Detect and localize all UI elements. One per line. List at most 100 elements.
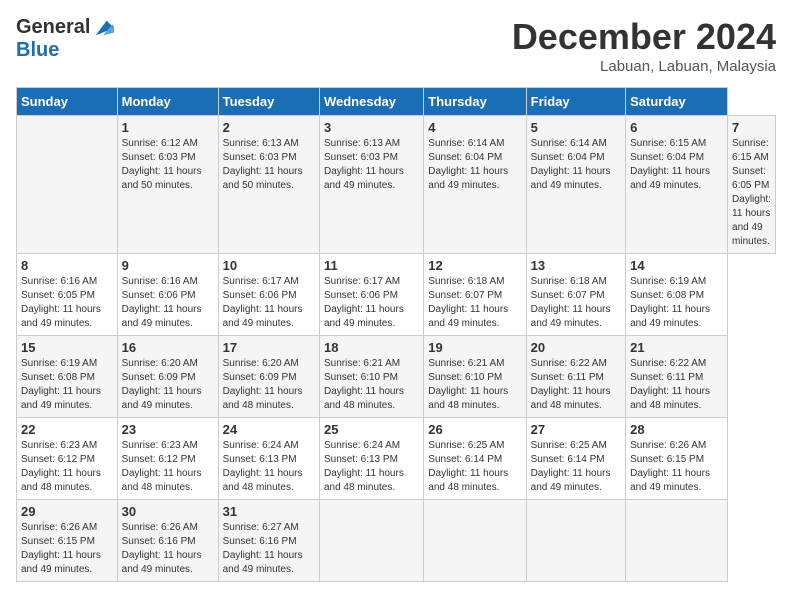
calendar-cell: 28 Sunrise: 6:26 AM Sunset: 6:15 PM Dayl… <box>626 418 728 500</box>
day-info: Sunrise: 6:22 AM Sunset: 6:11 PM Dayligh… <box>531 357 621 413</box>
day-number: 25 <box>324 422 419 437</box>
calendar-cell: 17 Sunrise: 6:20 AM Sunset: 6:09 PM Dayl… <box>218 336 319 418</box>
day-number: 23 <box>122 422 214 437</box>
title-area: December 2024 Labuan, Labuan, Malaysia <box>512 16 776 75</box>
day-info: Sunrise: 6:24 AM Sunset: 6:13 PM Dayligh… <box>324 439 419 495</box>
day-number: 16 <box>122 340 214 355</box>
day-number: 19 <box>428 340 521 355</box>
calendar-cell: 14 Sunrise: 6:19 AM Sunset: 6:08 PM Dayl… <box>626 254 728 336</box>
calendar-cell: 7 Sunrise: 6:15 AM Sunset: 6:05 PM Dayli… <box>728 116 776 254</box>
day-info: Sunrise: 6:19 AM Sunset: 6:08 PM Dayligh… <box>630 275 723 331</box>
day-info: Sunrise: 6:27 AM Sunset: 6:16 PM Dayligh… <box>223 521 315 577</box>
day-number: 21 <box>630 340 723 355</box>
day-number: 3 <box>324 120 419 135</box>
calendar-cell: 11 Sunrise: 6:17 AM Sunset: 6:06 PM Dayl… <box>319 254 423 336</box>
calendar-cell: 2 Sunrise: 6:13 AM Sunset: 6:03 PM Dayli… <box>218 116 319 254</box>
logo-icon <box>92 17 114 39</box>
day-info: Sunrise: 6:19 AM Sunset: 6:08 PM Dayligh… <box>21 357 113 413</box>
day-number: 2 <box>223 120 315 135</box>
calendar-cell: 12 Sunrise: 6:18 AM Sunset: 6:07 PM Dayl… <box>424 254 526 336</box>
calendar-cell: 26 Sunrise: 6:25 AM Sunset: 6:14 PM Dayl… <box>424 418 526 500</box>
calendar-cell: 20 Sunrise: 6:22 AM Sunset: 6:11 PM Dayl… <box>526 336 625 418</box>
day-info: Sunrise: 6:13 AM Sunset: 6:03 PM Dayligh… <box>324 137 419 193</box>
day-number: 9 <box>122 258 214 273</box>
day-number: 20 <box>531 340 621 355</box>
day-number: 18 <box>324 340 419 355</box>
day-info: Sunrise: 6:23 AM Sunset: 6:12 PM Dayligh… <box>21 439 113 495</box>
day-number: 12 <box>428 258 521 273</box>
day-number: 17 <box>223 340 315 355</box>
day-number: 31 <box>223 504 315 519</box>
day-info: Sunrise: 6:25 AM Sunset: 6:14 PM Dayligh… <box>428 439 521 495</box>
calendar-cell: 31 Sunrise: 6:27 AM Sunset: 6:16 PM Dayl… <box>218 500 319 582</box>
day-number: 22 <box>21 422 113 437</box>
day-info: Sunrise: 6:20 AM Sunset: 6:09 PM Dayligh… <box>122 357 214 413</box>
day-number: 15 <box>21 340 113 355</box>
calendar-title: December 2024 <box>512 16 776 58</box>
day-number: 1 <box>122 120 214 135</box>
day-number: 27 <box>531 422 621 437</box>
day-info: Sunrise: 6:17 AM Sunset: 6:06 PM Dayligh… <box>324 275 419 331</box>
calendar-cell <box>626 500 728 582</box>
day-info: Sunrise: 6:24 AM Sunset: 6:13 PM Dayligh… <box>223 439 315 495</box>
calendar-cell: 15 Sunrise: 6:19 AM Sunset: 6:08 PM Dayl… <box>17 336 118 418</box>
day-info: Sunrise: 6:16 AM Sunset: 6:06 PM Dayligh… <box>122 275 214 331</box>
calendar-cell: 27 Sunrise: 6:25 AM Sunset: 6:14 PM Dayl… <box>526 418 625 500</box>
day-info: Sunrise: 6:12 AM Sunset: 6:03 PM Dayligh… <box>122 137 214 193</box>
calendar-cell: 3 Sunrise: 6:13 AM Sunset: 6:03 PM Dayli… <box>319 116 423 254</box>
logo-general-text: General <box>16 16 90 39</box>
day-number: 14 <box>630 258 723 273</box>
day-info: Sunrise: 6:26 AM Sunset: 6:15 PM Dayligh… <box>630 439 723 495</box>
day-info: Sunrise: 6:18 AM Sunset: 6:07 PM Dayligh… <box>428 275 521 331</box>
logo-blue-text: Blue <box>16 39 59 62</box>
day-info: Sunrise: 6:14 AM Sunset: 6:04 PM Dayligh… <box>531 137 621 193</box>
calendar-table: SundayMondayTuesdayWednesdayThursdayFrid… <box>16 87 776 582</box>
day-info: Sunrise: 6:15 AM Sunset: 6:05 PM Dayligh… <box>732 137 771 249</box>
day-info: Sunrise: 6:17 AM Sunset: 6:06 PM Dayligh… <box>223 275 315 331</box>
calendar-cell: 18 Sunrise: 6:21 AM Sunset: 6:10 PM Dayl… <box>319 336 423 418</box>
calendar-cell: 30 Sunrise: 6:26 AM Sunset: 6:16 PM Dayl… <box>117 500 218 582</box>
day-info: Sunrise: 6:21 AM Sunset: 6:10 PM Dayligh… <box>324 357 419 413</box>
day-info: Sunrise: 6:21 AM Sunset: 6:10 PM Dayligh… <box>428 357 521 413</box>
day-info: Sunrise: 6:15 AM Sunset: 6:04 PM Dayligh… <box>630 137 723 193</box>
calendar-cell: 13 Sunrise: 6:18 AM Sunset: 6:07 PM Dayl… <box>526 254 625 336</box>
calendar-cell: 10 Sunrise: 6:17 AM Sunset: 6:06 PM Dayl… <box>218 254 319 336</box>
day-info: Sunrise: 6:20 AM Sunset: 6:09 PM Dayligh… <box>223 357 315 413</box>
day-info: Sunrise: 6:22 AM Sunset: 6:11 PM Dayligh… <box>630 357 723 413</box>
header: General Blue December 2024 Labuan, Labua… <box>16 16 776 75</box>
calendar-cell: 23 Sunrise: 6:23 AM Sunset: 6:12 PM Dayl… <box>117 418 218 500</box>
day-header-wednesday: Wednesday <box>319 88 423 116</box>
calendar-cell: 24 Sunrise: 6:24 AM Sunset: 6:13 PM Dayl… <box>218 418 319 500</box>
day-number: 10 <box>223 258 315 273</box>
calendar-subtitle: Labuan, Labuan, Malaysia <box>512 58 776 75</box>
day-number: 7 <box>732 120 771 135</box>
day-header-thursday: Thursday <box>424 88 526 116</box>
day-info: Sunrise: 6:16 AM Sunset: 6:05 PM Dayligh… <box>21 275 113 331</box>
calendar-cell: 6 Sunrise: 6:15 AM Sunset: 6:04 PM Dayli… <box>626 116 728 254</box>
day-info: Sunrise: 6:13 AM Sunset: 6:03 PM Dayligh… <box>223 137 315 193</box>
day-info: Sunrise: 6:26 AM Sunset: 6:15 PM Dayligh… <box>21 521 113 577</box>
logo: General Blue <box>16 16 114 62</box>
calendar-cell <box>424 500 526 582</box>
day-info: Sunrise: 6:14 AM Sunset: 6:04 PM Dayligh… <box>428 137 521 193</box>
day-info: Sunrise: 6:23 AM Sunset: 6:12 PM Dayligh… <box>122 439 214 495</box>
calendar-cell: 25 Sunrise: 6:24 AM Sunset: 6:13 PM Dayl… <box>319 418 423 500</box>
day-info: Sunrise: 6:26 AM Sunset: 6:16 PM Dayligh… <box>122 521 214 577</box>
calendar-cell: 29 Sunrise: 6:26 AM Sunset: 6:15 PM Dayl… <box>17 500 118 582</box>
calendar-cell: 21 Sunrise: 6:22 AM Sunset: 6:11 PM Dayl… <box>626 336 728 418</box>
calendar-cell: 8 Sunrise: 6:16 AM Sunset: 6:05 PM Dayli… <box>17 254 118 336</box>
day-info: Sunrise: 6:25 AM Sunset: 6:14 PM Dayligh… <box>531 439 621 495</box>
calendar-cell: 4 Sunrise: 6:14 AM Sunset: 6:04 PM Dayli… <box>424 116 526 254</box>
calendar-cell <box>17 116 118 254</box>
day-number: 24 <box>223 422 315 437</box>
day-number: 8 <box>21 258 113 273</box>
day-number: 13 <box>531 258 621 273</box>
calendar-cell: 22 Sunrise: 6:23 AM Sunset: 6:12 PM Dayl… <box>17 418 118 500</box>
day-number: 29 <box>21 504 113 519</box>
day-info: Sunrise: 6:18 AM Sunset: 6:07 PM Dayligh… <box>531 275 621 331</box>
calendar-cell <box>319 500 423 582</box>
day-number: 30 <box>122 504 214 519</box>
calendar-cell <box>526 500 625 582</box>
calendar-cell: 19 Sunrise: 6:21 AM Sunset: 6:10 PM Dayl… <box>424 336 526 418</box>
day-number: 11 <box>324 258 419 273</box>
